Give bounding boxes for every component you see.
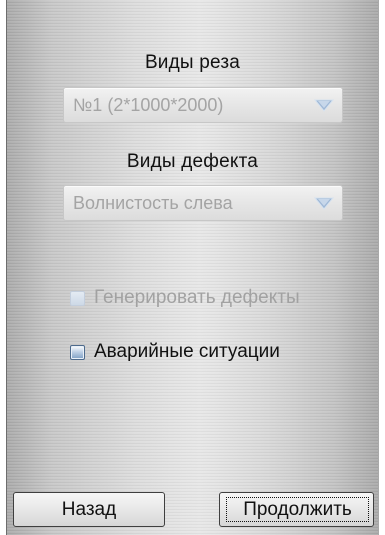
continue-button-label: Продолжить xyxy=(226,497,369,522)
defect-types-dropdown[interactable]: Волнистость слева xyxy=(63,185,343,221)
back-button-label: Назад xyxy=(61,498,117,520)
continue-button[interactable]: Продолжить xyxy=(219,492,374,527)
chevron-down-icon xyxy=(314,99,334,112)
settings-panel: Виды реза №1 (2*1000*2000) Виды дефекта … xyxy=(6,0,379,535)
generate-defects-option[interactable]: Генерировать дефекты xyxy=(70,286,300,310)
emergency-situations-label: Аварийные ситуации xyxy=(94,341,280,362)
cut-types-label: Виды реза xyxy=(144,52,241,73)
generate-defects-label: Генерировать дефекты xyxy=(94,287,300,308)
back-button[interactable]: Назад xyxy=(13,492,165,527)
emergency-situations-checkbox[interactable] xyxy=(70,344,85,360)
chevron-down-icon xyxy=(314,197,334,210)
defect-types-value: Волнистость слева xyxy=(73,193,233,213)
generate-defects-checkbox[interactable] xyxy=(70,290,85,306)
cut-types-dropdown[interactable]: №1 (2*1000*2000) xyxy=(63,87,343,123)
emergency-situations-option[interactable]: Аварийные ситуации xyxy=(70,340,280,364)
defect-types-label: Виды дефекта xyxy=(126,151,259,172)
cut-types-value: №1 (2*1000*2000) xyxy=(73,95,224,115)
